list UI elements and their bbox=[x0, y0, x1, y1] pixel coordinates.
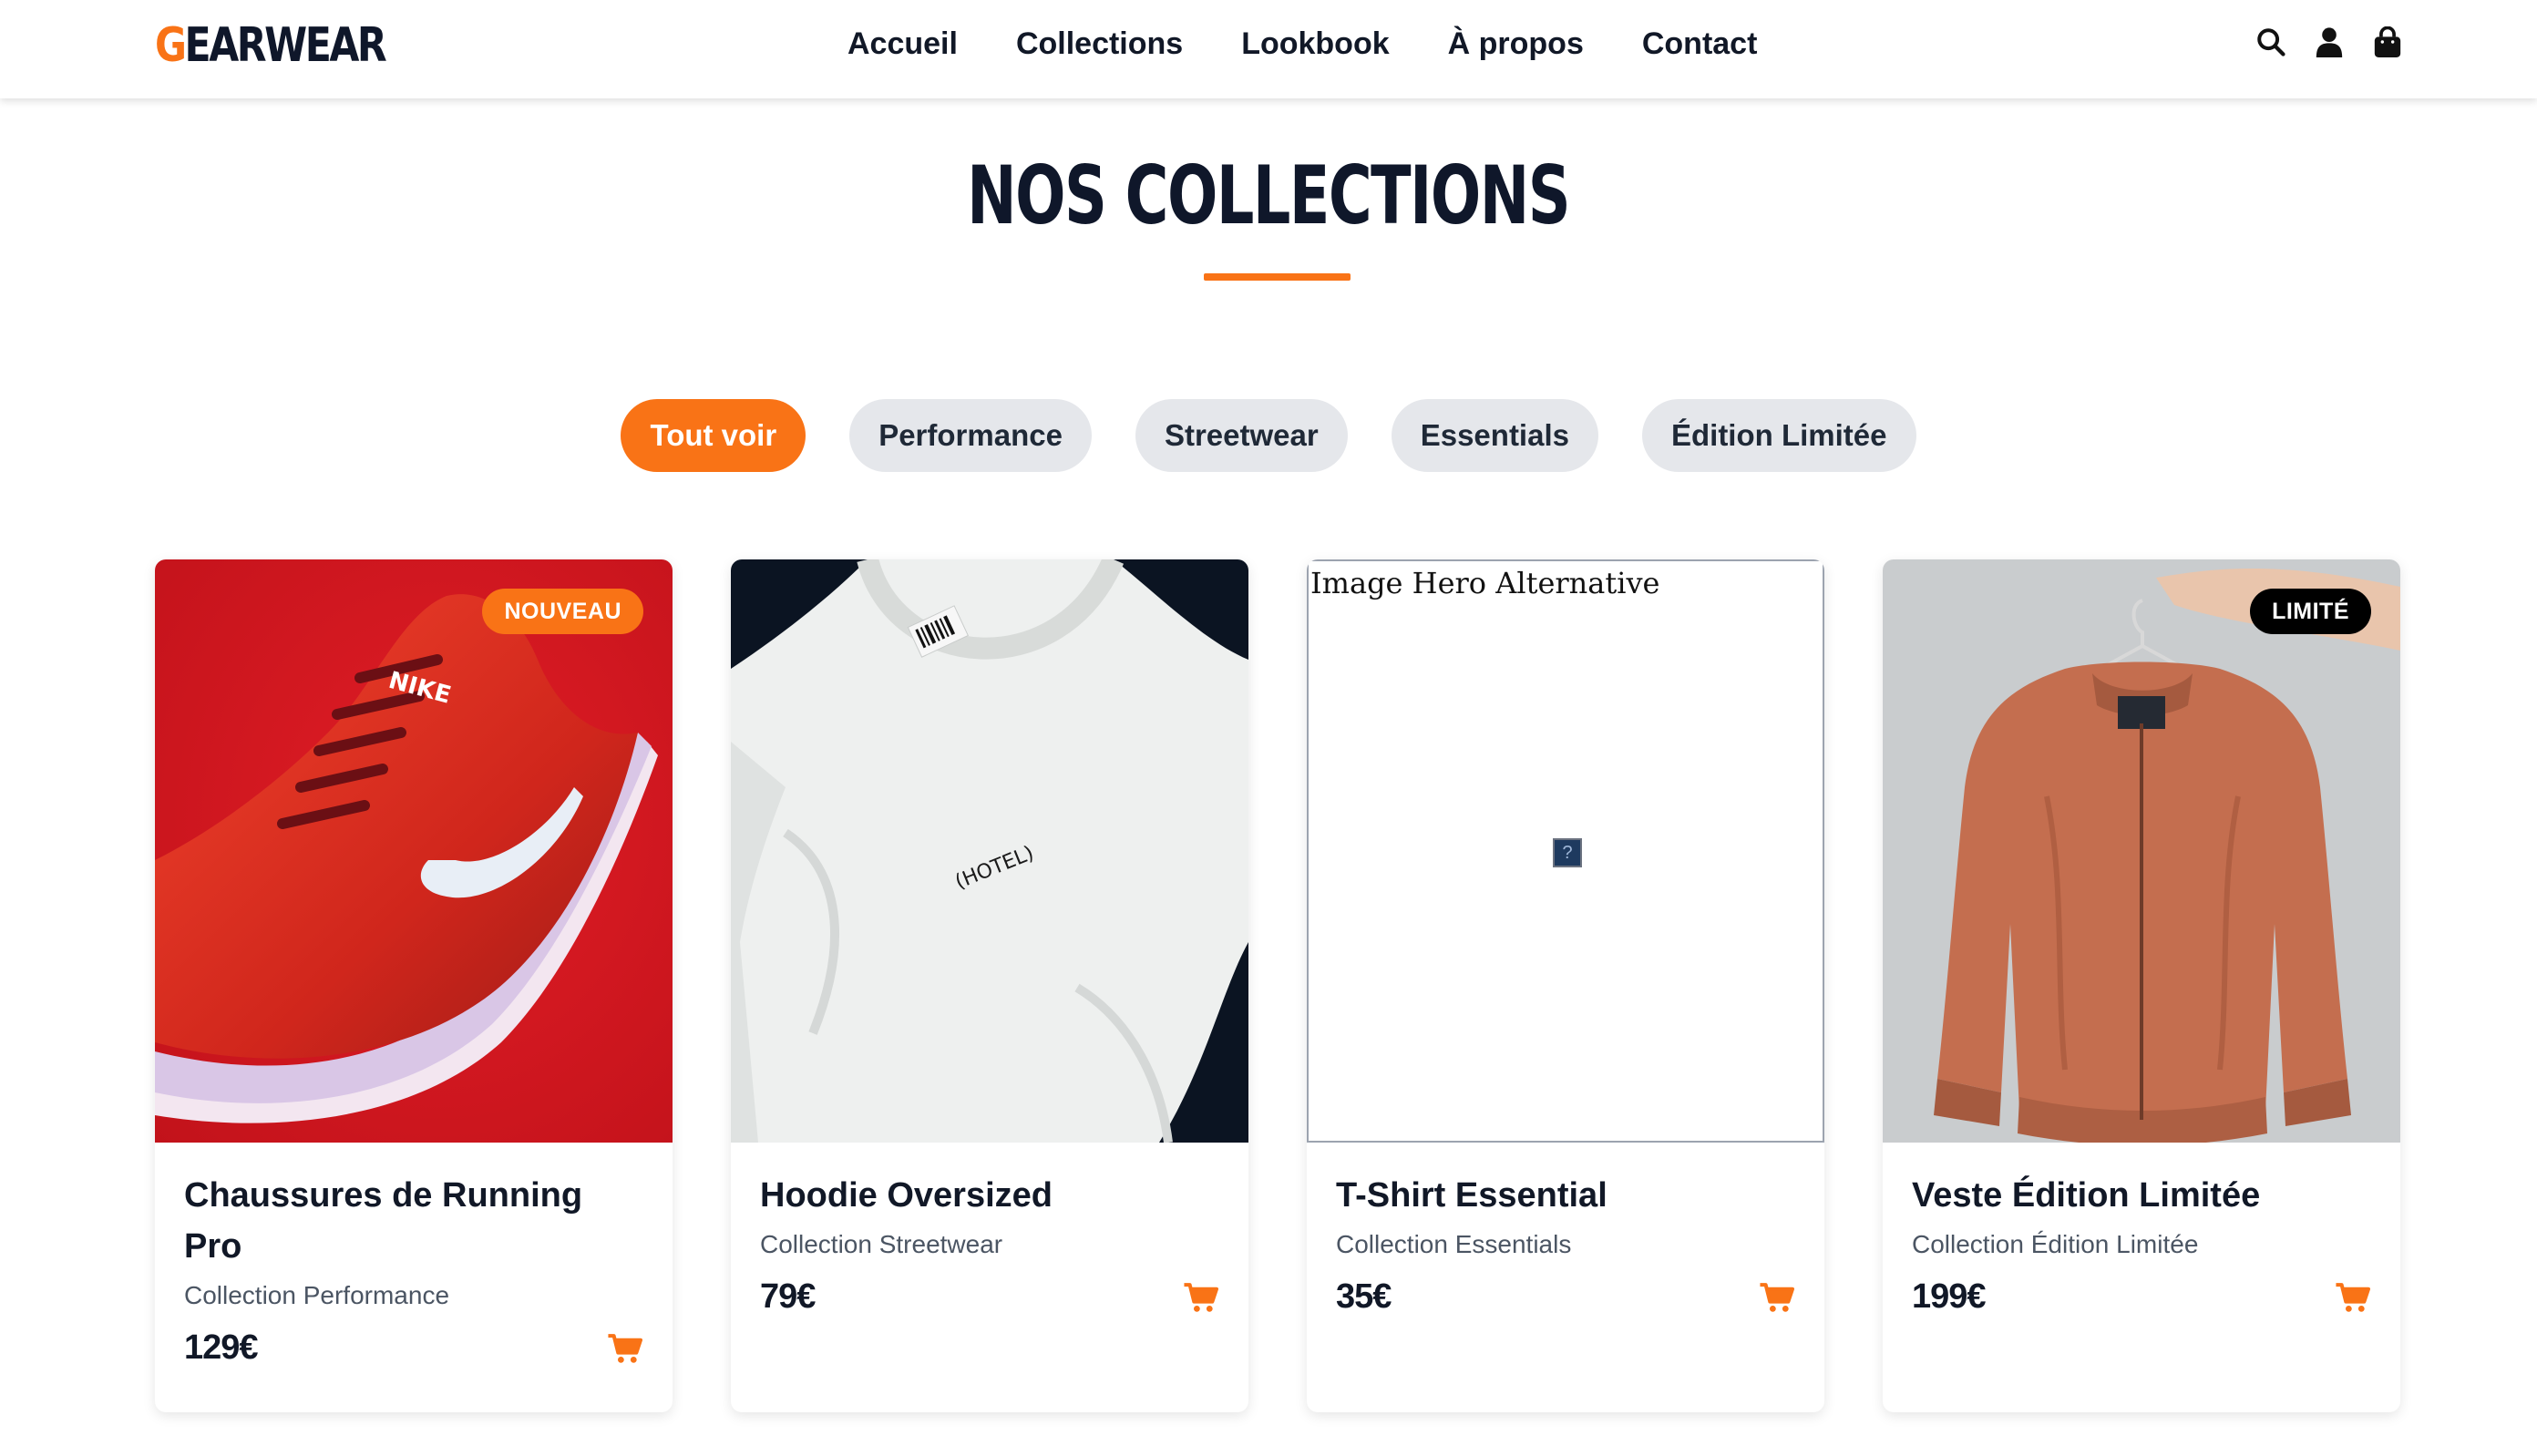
shopping-bag-icon[interactable] bbox=[2371, 26, 2404, 58]
product-price: 129€ bbox=[184, 1328, 259, 1367]
broken-image-placeholder: Image Hero Alternative ? bbox=[1307, 559, 1824, 1143]
product-badge: LIMITÉ bbox=[2250, 589, 2371, 634]
product-info: T-Shirt Essential Collection Essentials … bbox=[1336, 1143, 1795, 1412]
product-image-broken[interactable]: Image Hero Alternative ? bbox=[1307, 559, 1824, 1143]
product-image-running-shoe[interactable]: NIKE NOUVEAU bbox=[155, 559, 673, 1143]
product-info: Veste Édition Limitée Collection Édition… bbox=[1912, 1143, 2371, 1412]
product-price: 35€ bbox=[1336, 1277, 1392, 1316]
product-footer: 129€ bbox=[184, 1328, 643, 1368]
product-info: Chaussures de Running Pro Collection Per… bbox=[184, 1143, 643, 1412]
add-to-cart-icon[interactable] bbox=[1183, 1279, 1219, 1316]
product-badge: NOUVEAU bbox=[482, 589, 643, 634]
product-grid: NIKE NOUVEAU Chaussures de Running Pro C… bbox=[155, 559, 2400, 1412]
brand-logo[interactable]: GEARWEAR bbox=[155, 18, 387, 73]
product-name[interactable]: Veste Édition Limitée bbox=[1912, 1170, 2371, 1221]
filter-tout-voir[interactable]: Tout voir bbox=[621, 399, 806, 472]
product-footer: 35€ bbox=[1336, 1277, 1795, 1317]
product-collection: Collection Essentials bbox=[1336, 1230, 1572, 1258]
filter-edition-limitee[interactable]: Édition Limitée bbox=[1641, 399, 1916, 472]
search-icon[interactable] bbox=[2255, 26, 2287, 58]
product-card[interactable]: NIKE NOUVEAU Chaussures de Running Pro C… bbox=[155, 559, 673, 1412]
product-info: Hoodie Oversized Collection Streetwear 7… bbox=[760, 1143, 1219, 1412]
product-collection: Collection Streetwear bbox=[760, 1230, 1003, 1258]
filter-performance[interactable]: Performance bbox=[849, 399, 1092, 472]
product-image-white-tshirt[interactable]: (HOTEL) bbox=[731, 559, 1248, 1143]
logo-accent-letter: G bbox=[155, 18, 187, 73]
product-card[interactable]: LIMITÉ Veste Édition Limitée Collection … bbox=[1883, 559, 2400, 1412]
product-card[interactable]: (HOTEL) Hoodie Oversized Collection Stre… bbox=[731, 559, 1248, 1412]
collection-filters: Tout voir Performance Streetwear Essenti… bbox=[0, 399, 2537, 472]
nav-link-a-propos[interactable]: À propos bbox=[1448, 18, 1584, 69]
page-title: NOS COLLECTIONS bbox=[0, 146, 2537, 246]
logo-text: EARWEAR bbox=[184, 18, 387, 73]
broken-image-icon: ? bbox=[1553, 838, 1582, 867]
filter-essentials[interactable]: Essentials bbox=[1391, 399, 1598, 472]
product-name[interactable]: Chaussures de Running Pro bbox=[184, 1170, 643, 1272]
nav-link-accueil[interactable]: Accueil bbox=[847, 18, 958, 69]
nav-link-collections[interactable]: Collections bbox=[1016, 18, 1183, 69]
page-title-text: NOS COLLECTIONS bbox=[967, 149, 1571, 242]
product-price: 79€ bbox=[760, 1277, 816, 1316]
product-name[interactable]: T-Shirt Essential bbox=[1336, 1170, 1795, 1221]
product-price: 199€ bbox=[1912, 1277, 1987, 1316]
filter-streetwear[interactable]: Streetwear bbox=[1135, 399, 1348, 472]
site-header: GEARWEAR Accueil Collections Lookbook À … bbox=[0, 0, 2537, 98]
header-actions bbox=[2255, 22, 2404, 62]
user-icon[interactable] bbox=[2313, 26, 2346, 58]
nav-link-lookbook[interactable]: Lookbook bbox=[1241, 18, 1389, 69]
add-to-cart-icon[interactable] bbox=[1759, 1279, 1795, 1316]
add-to-cart-icon[interactable] bbox=[2335, 1279, 2371, 1316]
add-to-cart-icon[interactable] bbox=[607, 1330, 643, 1367]
title-underline bbox=[1204, 273, 1351, 281]
product-collection: Collection Performance bbox=[184, 1281, 450, 1309]
product-footer: 199€ bbox=[1912, 1277, 2371, 1317]
product-footer: 79€ bbox=[760, 1277, 1219, 1317]
main-nav: Accueil Collections Lookbook À propos Co… bbox=[847, 18, 1757, 69]
product-collection: Collection Édition Limitée bbox=[1912, 1230, 2199, 1258]
product-name[interactable]: Hoodie Oversized bbox=[760, 1170, 1219, 1221]
nav-link-contact[interactable]: Contact bbox=[1642, 18, 1758, 69]
image-alt-text: Image Hero Alternative bbox=[1310, 566, 1660, 600]
product-card[interactable]: Image Hero Alternative ? T-Shirt Essenti… bbox=[1307, 559, 1824, 1412]
product-image-bomber-jacket[interactable]: LIMITÉ bbox=[1883, 559, 2400, 1143]
